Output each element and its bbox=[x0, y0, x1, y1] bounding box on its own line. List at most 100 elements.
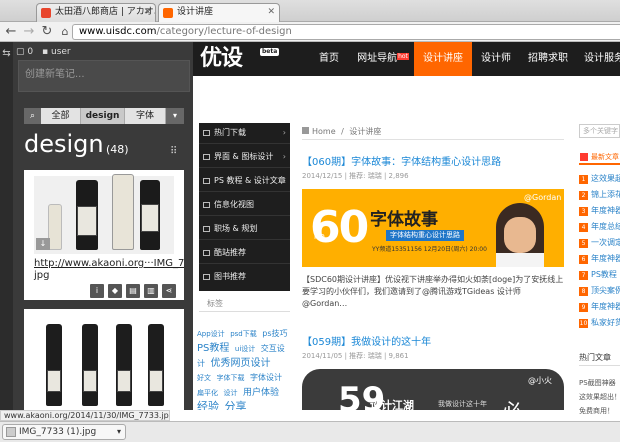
breadcrumb-home[interactable]: Home bbox=[312, 127, 336, 136]
trash-icon[interactable]: ▥ bbox=[144, 284, 158, 298]
latest-article-title: 私家好货 bbox=[591, 318, 620, 327]
latest-article-item[interactable]: 9 年度神器 bbox=[579, 300, 620, 314]
card-link[interactable]: http://www.akaoni.org···IMG_7733.jpg bbox=[34, 258, 184, 282]
tab-close-icon[interactable]: ✕ bbox=[143, 4, 151, 21]
category-downloads[interactable]: 热门下载 › bbox=[199, 123, 290, 144]
tag-link[interactable]: App设计 bbox=[197, 330, 225, 338]
tag-link[interactable]: ps技巧 bbox=[262, 329, 287, 338]
user-icon: ▪ bbox=[42, 47, 49, 57]
tag-icon[interactable]: ◆ bbox=[108, 284, 122, 298]
latest-article-item[interactable]: 10 私家好货 bbox=[579, 316, 620, 330]
tab-close-icon[interactable]: ✕ bbox=[267, 4, 275, 21]
filter-font[interactable]: 字体 bbox=[125, 108, 166, 124]
chevron-down-icon[interactable]: ▾ bbox=[117, 425, 121, 439]
card-image bbox=[34, 315, 174, 410]
tag-link[interactable]: 好文 bbox=[197, 374, 211, 382]
card-image: ↓ bbox=[34, 174, 174, 254]
clip-card[interactable]: ↓ http://www.akaoni.org···IMG_7733.jpg i… bbox=[24, 170, 184, 300]
nav-sites[interactable]: 网址导航hot bbox=[352, 42, 414, 76]
tag-link[interactable]: 计 bbox=[197, 359, 205, 368]
tab-title: 设计讲座 bbox=[177, 7, 214, 17]
share-icon[interactable]: ⋖ bbox=[162, 284, 176, 298]
latest-article-title: 这效果超 bbox=[591, 174, 620, 183]
article-title[interactable]: 【059期】我做设计的这十年 bbox=[302, 333, 431, 348]
file-icon bbox=[6, 427, 16, 437]
tag-link[interactable]: 字体设计 bbox=[250, 373, 282, 382]
grid-view-icon[interactable]: ⠿ bbox=[170, 146, 177, 157]
hot-article-line[interactable]: 免费商用！ bbox=[579, 406, 620, 416]
info-icon[interactable]: i bbox=[90, 284, 104, 298]
nav-designer[interactable]: 设计师 bbox=[472, 42, 520, 76]
download-icon[interactable]: ↓ bbox=[36, 238, 50, 250]
user-name[interactable]: user bbox=[51, 47, 71, 57]
hot-article-line[interactable]: 这效果超出！ bbox=[579, 392, 620, 402]
address-bar[interactable]: www.uisdc.com/category/lecture-of-design bbox=[72, 24, 620, 40]
clipper-search-icon[interactable]: ⌕ bbox=[24, 108, 41, 124]
sake-bottle bbox=[46, 324, 62, 406]
tag-link[interactable]: 字体下载 bbox=[217, 374, 245, 382]
tab-akaoni[interactable]: 太田酒八郎商店 | アカオニ... ✕ bbox=[36, 3, 156, 22]
reload-icon[interactable]: ↻ bbox=[40, 23, 54, 41]
clip-card[interactable] bbox=[24, 309, 184, 410]
home-icon[interactable]: ⌂ bbox=[58, 23, 72, 41]
sake-box bbox=[112, 174, 134, 250]
tag-link[interactable]: 交互设 bbox=[261, 344, 285, 353]
latest-article-item[interactable]: 8 顶尖案例 bbox=[579, 284, 620, 298]
rank-badge: 4 bbox=[579, 223, 588, 232]
download-item[interactable]: IMG_7733 (1).jpg ▾ bbox=[2, 424, 126, 440]
category-cool-sites[interactable]: 酷站推荐 bbox=[199, 243, 290, 264]
forward-icon[interactable]: → bbox=[22, 23, 36, 41]
tag-link[interactable]: PS教程 bbox=[197, 343, 229, 354]
site-search-input[interactable]: 多个关键字 bbox=[579, 124, 620, 138]
tag-link[interactable]: 用户体验 bbox=[243, 388, 279, 398]
category-career[interactable]: 职场 & 规划 bbox=[199, 219, 290, 240]
new-note-placeholder: 创建新笔记... bbox=[25, 69, 85, 80]
banner-glyph: 必 bbox=[502, 395, 522, 410]
copy-icon[interactable]: ▤ bbox=[126, 284, 140, 298]
nav-jobs[interactable]: 招聘求职 bbox=[520, 42, 576, 76]
category-ps-tutorials[interactable]: PS 教程 & 设计文章 › bbox=[199, 171, 290, 192]
latest-article-item[interactable]: 1 这效果超 bbox=[579, 172, 620, 186]
latest-article-item[interactable]: 5 一次调定 bbox=[579, 236, 620, 250]
latest-article-item[interactable]: 3 年度神器 bbox=[579, 204, 620, 218]
article-title[interactable]: 【060期】字体故事：字体结构重心设计思路 bbox=[302, 153, 501, 168]
latest-article-item[interactable]: 7 PS教程 bbox=[579, 268, 620, 282]
tag-link[interactable]: psd下载 bbox=[230, 330, 257, 338]
category-books[interactable]: 图书推荐 bbox=[199, 267, 290, 288]
new-note-input[interactable]: 创建新笔记... bbox=[18, 60, 190, 92]
speaker-photo bbox=[496, 203, 544, 267]
latest-article-title: 年度神器 bbox=[591, 206, 620, 215]
hot-article-line[interactable]: PS截图神器 bbox=[579, 378, 620, 388]
back-icon[interactable]: ← bbox=[4, 23, 18, 41]
nav-lecture[interactable]: 设计讲座 bbox=[414, 42, 472, 76]
url-path: /category/lecture-of-design bbox=[156, 26, 292, 37]
chart-icon bbox=[203, 202, 210, 208]
nav-services[interactable]: 设计服务 bbox=[576, 42, 620, 76]
tag-link[interactable]: 分享 bbox=[225, 400, 247, 410]
article-meta: 2014/12/15 | 推荐: 瑞瑞 | 2,896 bbox=[302, 172, 409, 180]
filter-all[interactable]: 全部 bbox=[41, 108, 81, 124]
article-banner[interactable]: 59 设计江湖 我做设计这十年 @小火 必 bbox=[302, 369, 564, 410]
tag-link[interactable]: 扁平化 bbox=[197, 389, 218, 397]
rank-badge: 1 bbox=[579, 175, 588, 184]
collapse-arrows-icon[interactable]: ⇆ bbox=[0, 48, 13, 59]
article-banner[interactable]: 60 NO. 字体故事 字体结构重心设计思路 YY频道15351156 12月2… bbox=[302, 189, 564, 267]
tag-link[interactable]: ui设计 bbox=[235, 345, 255, 353]
nav-home[interactable]: 首页 bbox=[306, 42, 352, 76]
filter-dropdown-icon[interactable]: ▾ bbox=[166, 108, 184, 124]
latest-article-item[interactable]: 2 锦上添花 bbox=[579, 188, 620, 202]
note-count: 0 bbox=[27, 47, 34, 57]
latest-article-item[interactable]: 4 年度总结 bbox=[579, 220, 620, 234]
tag-link[interactable]: 优秀网页设计 bbox=[211, 358, 271, 369]
latest-article-item[interactable]: 6 年度神器 bbox=[579, 252, 620, 266]
tag-link[interactable]: 设计 bbox=[224, 389, 238, 397]
category-ui-icons[interactable]: 界面 & 图标设计 › bbox=[199, 147, 290, 168]
category-infographics[interactable]: 信息化视图 bbox=[199, 195, 290, 216]
site-logo[interactable]: 优设 beta bbox=[200, 45, 280, 73]
tag-cloud: App设计 psd下载 ps技巧 PS教程 ui设计 交互设 计 优秀网页设计 … bbox=[197, 326, 290, 410]
filter-design[interactable]: design bbox=[81, 108, 125, 124]
tag-link[interactable]: 经验 bbox=[197, 400, 219, 410]
latest-article-title: 年度神器 bbox=[591, 254, 620, 263]
tab-uisdc[interactable]: 设计讲座 ✕ bbox=[158, 3, 280, 22]
sake-bottle bbox=[116, 324, 132, 406]
